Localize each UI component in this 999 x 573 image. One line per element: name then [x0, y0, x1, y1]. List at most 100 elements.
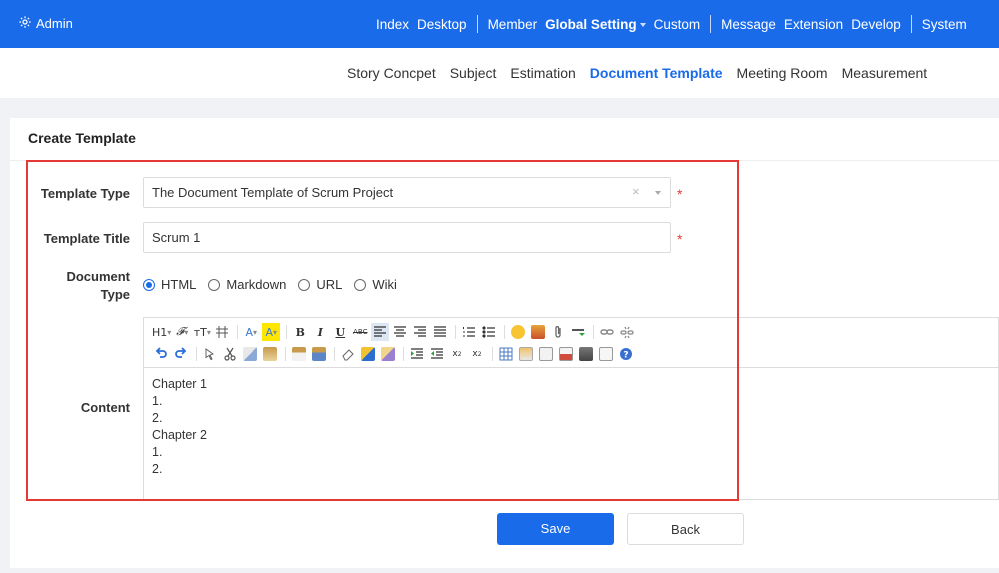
bold-button[interactable]: B [291, 323, 309, 341]
content-line: Chapter 1 [152, 377, 207, 391]
subscript-icon[interactable]: x2 [448, 345, 466, 363]
toolbar-separator [403, 347, 404, 361]
content-line: 2. [152, 462, 163, 476]
highlight-color-button[interactable]: A ▾ [262, 323, 281, 341]
save-button[interactable]: Save [497, 513, 614, 545]
table-icon[interactable] [497, 345, 515, 363]
editor-toolbar: H1 ▾ 𝓕 ▾ тT ▾ A ▾ A ▾ B I U ABC x 2 x 2 … [144, 318, 999, 368]
paste-word-icon[interactable] [310, 345, 328, 363]
nav-item-label: System [921, 16, 967, 32]
main-nav: Index Desktop Member Global Setting Custom Me… [372, 0, 971, 48]
paste-text-icon[interactable] [290, 345, 308, 363]
subnav-item-measurement[interactable]: Measurement [835, 65, 935, 81]
attachment-icon[interactable] [549, 323, 567, 341]
paste-icon[interactable] [261, 345, 279, 363]
horizontal-line-icon[interactable] [569, 323, 587, 341]
editor-content[interactable]: Chapter 1 1. 2. Chapter 2 1. 2. [152, 376, 207, 478]
nav-item-message[interactable]: Message [717, 17, 780, 32]
align-left-icon[interactable] [371, 323, 390, 341]
anchor-icon[interactable] [557, 345, 575, 363]
toolbar-separator [196, 347, 197, 361]
nav-item-label: Global Setting [545, 16, 637, 32]
undo-icon[interactable] [152, 345, 170, 363]
font-family-label: 𝓕 [176, 325, 185, 338]
nav-item-custom[interactable]: Custom [650, 17, 705, 32]
toolbar-separator [455, 325, 457, 339]
nav-item-develop[interactable]: Develop [847, 17, 905, 32]
nav-item-label: Custom [653, 16, 701, 32]
heading-button[interactable]: H1 ▾ [152, 323, 171, 341]
nav-item-system[interactable]: System [918, 17, 971, 32]
nav-item-label: Message [721, 16, 776, 32]
superscript-icon[interactable]: x2 [468, 345, 486, 363]
doc-type-radio-url[interactable]: URL [298, 277, 342, 292]
font-family-button[interactable]: 𝓕 ▾ [173, 323, 191, 341]
subnav-item-subject[interactable]: Subject [443, 65, 504, 81]
template-title-input[interactable]: Scrum 1 [143, 222, 671, 253]
template-type-label: Template Type [40, 186, 130, 201]
admin-brand[interactable]: Admin [18, 15, 73, 32]
clear-icon[interactable]: × [632, 184, 640, 199]
align-right-icon[interactable] [411, 323, 429, 341]
paragraph-format-icon[interactable] [213, 323, 231, 341]
emoji-icon[interactable] [509, 323, 527, 341]
nav-item-label: Member [487, 16, 538, 32]
italic-button[interactable]: I [311, 323, 329, 341]
code-block-icon[interactable] [517, 345, 535, 363]
ordered-list-icon[interactable] [460, 323, 478, 341]
radio-circle[interactable] [298, 278, 311, 291]
divider [10, 160, 999, 161]
outdent-icon[interactable] [428, 345, 446, 363]
redo-icon[interactable] [172, 345, 190, 363]
template-type-select[interactable]: The Document Template of Scrum Project [143, 177, 671, 208]
format-painter-icon[interactable] [359, 345, 377, 363]
radio-circle[interactable] [143, 278, 155, 291]
eraser-icon[interactable] [339, 345, 357, 363]
nav-item-desktop[interactable]: Desktop [413, 17, 471, 32]
toolbar-separator [285, 347, 286, 361]
doc-type-radio-html[interactable]: HTML [143, 277, 196, 292]
radio-circle[interactable] [354, 278, 367, 291]
back-button[interactable]: Back [627, 513, 744, 545]
nav-item-extension[interactable]: Extension [780, 17, 847, 32]
nav-item-global-setting[interactable]: Global Setting [541, 17, 650, 32]
chevron-down-icon[interactable] [655, 191, 661, 195]
nav-item-index[interactable]: Index [372, 17, 413, 32]
page-break-icon[interactable] [537, 345, 555, 363]
doc-type-radio-markdown[interactable]: Markdown [208, 277, 286, 292]
doc-type-radio-wiki[interactable]: Wiki [354, 277, 397, 292]
radio-label: HTML [161, 277, 197, 292]
radio-circle[interactable] [208, 278, 221, 291]
font-size-button[interactable]: тT ▾ [193, 323, 211, 341]
copy-icon[interactable] [241, 345, 259, 363]
indent-icon[interactable] [408, 345, 426, 363]
font-color-button[interactable]: A ▾ [242, 323, 260, 341]
nav-item-member[interactable]: Member [484, 17, 542, 32]
unordered-list-icon[interactable] [480, 323, 498, 341]
preview-icon[interactable] [597, 345, 615, 363]
unlink-icon[interactable] [618, 323, 636, 341]
subnav-item-estimation[interactable]: Estimation [503, 65, 582, 81]
select-all-icon[interactable] [201, 345, 219, 363]
nav-item-label: Develop [851, 16, 901, 32]
underline-button[interactable]: U [331, 323, 349, 341]
nav-separator [476, 15, 478, 33]
subnav-item-story-concpet[interactable]: Story Concpet [340, 65, 443, 81]
toolbar-separator [286, 325, 288, 339]
source-code-icon[interactable] [577, 345, 595, 363]
image-icon[interactable] [529, 323, 547, 341]
strikethrough-button[interactable]: ABC [351, 323, 369, 341]
cut-icon[interactable] [221, 345, 239, 363]
help-icon[interactable]: ? [617, 345, 635, 363]
align-center-icon[interactable] [391, 323, 409, 341]
toolbar-separator [593, 325, 595, 339]
heading-label: H1 [152, 325, 168, 339]
document-type-radio-group: HTML Markdown URL Wiki [143, 277, 397, 292]
align-justify-icon[interactable] [431, 323, 449, 341]
nav-separator [910, 15, 912, 33]
insert-template-icon[interactable] [379, 345, 397, 363]
subnav-item-meeting-room[interactable]: Meeting Room [730, 65, 835, 81]
subnav-item-document-template[interactable]: Document Template [583, 65, 730, 81]
link-icon[interactable] [598, 323, 616, 341]
nav-separator [710, 15, 712, 33]
